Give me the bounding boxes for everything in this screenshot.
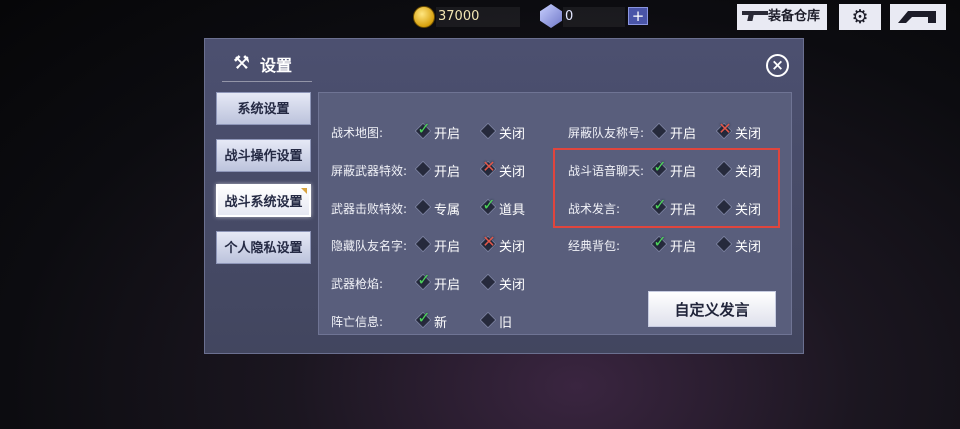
gem-icon bbox=[540, 4, 562, 28]
add-gem-button[interactable]: + bbox=[628, 7, 648, 25]
right-setting-opt1-radio[interactable] bbox=[650, 122, 668, 140]
right-setting-opt1-label: 开启 bbox=[670, 165, 697, 180]
right-setting-label: 战术发言: bbox=[568, 202, 621, 216]
tab-system-settings[interactable]: 系统设置 bbox=[216, 92, 311, 125]
left-setting-opt1-label: 开启 bbox=[434, 165, 461, 180]
dialog-title: 设置 bbox=[260, 56, 293, 75]
right-setting-opt2-radio[interactable] bbox=[715, 198, 733, 216]
right-setting-opt2-label: 关闭 bbox=[735, 240, 762, 255]
right-setting-opt2-radio[interactable] bbox=[715, 160, 733, 178]
cross-icon: ✕ bbox=[718, 119, 732, 138]
cross-icon: ✕ bbox=[482, 232, 496, 251]
gun-icon bbox=[742, 11, 768, 21]
radio-diamond-icon bbox=[479, 311, 497, 329]
radio-diamond-icon bbox=[479, 122, 497, 140]
radio-diamond-icon bbox=[715, 235, 733, 253]
arsenal-label: 装备仓库 bbox=[767, 9, 820, 24]
checkmark-icon: ✓ bbox=[482, 195, 496, 214]
close-button[interactable]: × bbox=[766, 54, 789, 77]
right-setting-opt1-radio[interactable]: ✓ bbox=[650, 195, 668, 216]
right-setting-opt2-label: 关闭 bbox=[735, 127, 762, 142]
checkmark-icon: ✓ bbox=[653, 157, 667, 176]
left-setting-opt2-radio[interactable]: ✓ bbox=[479, 195, 497, 216]
left-setting-label: 武器枪焰: bbox=[331, 277, 384, 291]
left-setting-opt2-radio[interactable] bbox=[479, 273, 497, 291]
left-setting-label: 隐藏队友名字: bbox=[331, 239, 408, 253]
back-button[interactable] bbox=[890, 4, 946, 30]
left-setting-opt1-radio[interactable]: ✓ bbox=[414, 308, 432, 329]
left-setting-opt1-label: 新 bbox=[434, 316, 448, 331]
tab-combat-system[interactable]: 战斗系统设置 bbox=[216, 184, 311, 217]
left-setting-opt2-radio[interactable] bbox=[479, 122, 497, 140]
right-setting-opt1-radio[interactable]: ✓ bbox=[650, 157, 668, 178]
left-setting-opt1-radio[interactable] bbox=[414, 160, 432, 178]
left-setting-opt2-radio[interactable]: ✕ bbox=[479, 232, 497, 253]
right-setting-opt1-label: 开启 bbox=[670, 203, 697, 218]
settings-button[interactable]: ⚙ bbox=[839, 4, 881, 30]
left-setting-opt1-radio[interactable] bbox=[414, 198, 432, 216]
right-setting-opt1-label: 开启 bbox=[670, 127, 697, 142]
left-setting-opt2-label: 关闭 bbox=[499, 127, 526, 142]
radio-diamond-icon bbox=[414, 160, 432, 178]
left-setting-opt1-radio[interactable]: ✓ bbox=[414, 270, 432, 291]
right-setting-opt2-label: 关闭 bbox=[735, 203, 762, 218]
right-setting-opt1-radio[interactable]: ✓ bbox=[650, 232, 668, 253]
left-setting-opt2-label: 道具 bbox=[499, 203, 526, 218]
checkmark-icon: ✓ bbox=[417, 308, 431, 327]
left-setting-opt2-radio[interactable] bbox=[479, 311, 497, 329]
gem-balance: 0 bbox=[563, 7, 625, 27]
back-arrow-icon bbox=[898, 11, 936, 23]
tools-icon: ⚒ bbox=[233, 52, 251, 74]
title-divider bbox=[222, 81, 312, 82]
left-setting-opt1-label: 开启 bbox=[434, 127, 461, 142]
right-setting-opt2-radio[interactable] bbox=[715, 235, 733, 253]
right-setting-label: 屏蔽队友称号: bbox=[568, 126, 645, 140]
right-setting-opt2-label: 关闭 bbox=[735, 165, 762, 180]
gold-coin-icon bbox=[413, 6, 435, 28]
left-setting-opt1-radio[interactable] bbox=[414, 235, 432, 253]
left-setting-opt2-radio[interactable]: ✕ bbox=[479, 157, 497, 178]
checkmark-icon: ✓ bbox=[653, 195, 667, 214]
left-setting-label: 武器击败特效: bbox=[331, 202, 408, 216]
checkmark-icon: ✓ bbox=[417, 270, 431, 289]
right-setting-label: 战斗语音聊天: bbox=[568, 164, 645, 178]
left-setting-opt1-radio[interactable]: ✓ bbox=[414, 119, 432, 140]
left-setting-label: 屏蔽武器特效: bbox=[331, 164, 408, 178]
top-bar: 37000 0 + 装备仓库 ⚙ bbox=[0, 0, 960, 36]
left-setting-opt1-label: 开启 bbox=[434, 278, 461, 293]
left-setting-opt2-label: 旧 bbox=[499, 316, 513, 331]
radio-diamond-icon bbox=[650, 122, 668, 140]
radio-diamond-icon bbox=[414, 235, 432, 253]
arsenal-button[interactable]: 装备仓库 bbox=[737, 4, 827, 30]
checkmark-icon: ✓ bbox=[653, 232, 667, 251]
right-setting-label: 经典背包: bbox=[568, 239, 621, 253]
left-setting-label: 战术地图: bbox=[331, 126, 384, 140]
cross-icon: ✕ bbox=[482, 157, 496, 176]
right-setting-opt2-radio[interactable]: ✕ bbox=[715, 119, 733, 140]
tab-combat-controls[interactable]: 战斗操作设置 bbox=[216, 139, 311, 172]
left-setting-opt1-label: 专属 bbox=[434, 203, 461, 218]
left-setting-opt2-label: 关闭 bbox=[499, 278, 526, 293]
left-setting-opt2-label: 关闭 bbox=[499, 240, 526, 255]
radio-diamond-icon bbox=[479, 273, 497, 291]
left-setting-opt1-label: 开启 bbox=[434, 240, 461, 255]
checkmark-icon: ✓ bbox=[417, 119, 431, 138]
gear-icon: ⚙ bbox=[851, 6, 869, 28]
left-setting-label: 阵亡信息: bbox=[331, 315, 384, 329]
radio-diamond-icon bbox=[715, 198, 733, 216]
custom-speech-button[interactable]: 自定义发言 bbox=[648, 291, 776, 327]
tab-privacy[interactable]: 个人隐私设置 bbox=[216, 231, 311, 264]
radio-diamond-icon bbox=[414, 198, 432, 216]
radio-diamond-icon bbox=[715, 160, 733, 178]
left-setting-opt2-label: 关闭 bbox=[499, 165, 526, 180]
right-setting-opt1-label: 开启 bbox=[670, 240, 697, 255]
coin-balance: 37000 bbox=[436, 7, 520, 27]
